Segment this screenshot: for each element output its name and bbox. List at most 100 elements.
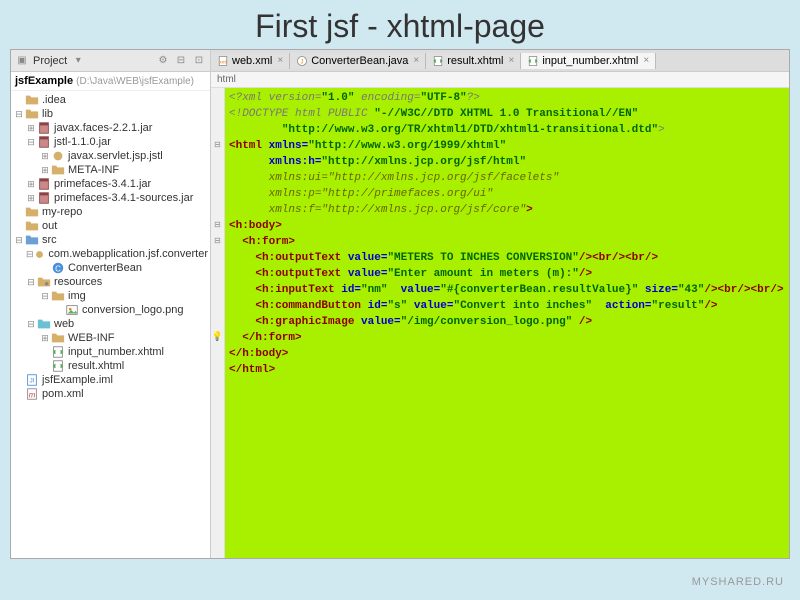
code-line[interactable]: <?xml version="1.0" encoding="UTF-8"?> xyxy=(229,90,785,106)
fold-icon[interactable]: ⊟ xyxy=(214,220,221,229)
tree-item[interactable]: ⊟web xyxy=(11,317,210,331)
bulb-icon[interactable]: 💡 xyxy=(212,331,223,342)
tree-toggle-icon[interactable]: ⊟ xyxy=(25,319,37,330)
tree-item[interactable]: my-repo xyxy=(11,205,210,219)
project-tree-panel: jsfExample (D:\Java\WEB\jsfExample) .ide… xyxy=(11,72,211,558)
ide-window: ▣ Project ▾ ⚙ ⊟ ⊡ xmlweb.xml×JConverterB… xyxy=(10,49,790,559)
tree-toggle-icon[interactable]: ⊟ xyxy=(39,291,51,302)
tree-toggle-icon[interactable]: ⊞ xyxy=(25,193,37,204)
tree-item[interactable]: ⊟src xyxy=(11,233,210,247)
tree-item[interactable]: ⊞primefaces-3.4.1-sources.jar xyxy=(11,191,210,205)
code-content[interactable]: <?xml version="1.0" encoding="UTF-8"?><!… xyxy=(225,88,789,558)
tab-label: ConverterBean.java xyxy=(311,55,408,67)
tree-item[interactable]: ⊟resources xyxy=(11,275,210,289)
close-icon[interactable]: × xyxy=(277,55,283,66)
folder-icon xyxy=(25,220,39,232)
close-icon[interactable]: × xyxy=(643,55,649,66)
jar-icon xyxy=(37,136,51,148)
tree-item[interactable]: result.xhtml xyxy=(11,359,210,373)
fold-icon[interactable]: ⊟ xyxy=(214,236,221,245)
tree-toggle-icon[interactable]: ⊞ xyxy=(39,151,51,162)
svg-text:JI: JI xyxy=(30,378,35,385)
tab-input_number-xhtml[interactable]: input_number.xhtml× xyxy=(521,53,656,69)
tree-label: my-repo xyxy=(42,206,82,218)
tree-item[interactable]: out xyxy=(11,219,210,233)
collapse-icon[interactable]: ⊟ xyxy=(174,54,188,68)
tab-label: result.xhtml xyxy=(447,55,503,67)
tree-item[interactable]: ⊞javax.faces-2.2.1.jar xyxy=(11,121,210,135)
hide-icon[interactable]: ⊡ xyxy=(192,54,206,68)
tree-toggle-icon[interactable]: ⊞ xyxy=(39,333,51,344)
tab-result-xhtml[interactable]: result.xhtml × xyxy=(426,53,521,69)
tree-item[interactable]: ⊟com.webapplication.jsf.converter xyxy=(11,247,210,261)
code-line[interactable]: <h:commandButton id="s" value="Convert i… xyxy=(229,298,785,314)
tree-item[interactable]: ⊟img xyxy=(11,289,210,303)
tree-item[interactable]: ⊟jstl-1.1.0.jar xyxy=(11,135,210,149)
svg-text:m: m xyxy=(29,391,36,400)
xhtml-icon xyxy=(51,360,65,372)
slide-title: First jsf - xhtml-page xyxy=(0,0,800,49)
tree-item[interactable]: CConverterBean xyxy=(11,261,210,275)
editor-tabs: xmlweb.xml×JConverterBean.java×result.xh… xyxy=(211,50,789,71)
tree-item[interactable]: mpom.xml xyxy=(11,387,210,401)
tree-toggle-icon[interactable]: ⊞ xyxy=(25,123,37,134)
tree-item[interactable]: input_number.xhtml xyxy=(11,345,210,359)
tree-item[interactable]: JI jsfExample.iml xyxy=(11,373,210,387)
tree-item[interactable]: conversion_logo.png xyxy=(11,303,210,317)
pkg-icon xyxy=(34,248,45,260)
tree-item[interactable]: ⊞ META-INF xyxy=(11,163,210,177)
breadcrumb[interactable]: html xyxy=(211,72,789,88)
project-toolbar: ▣ Project ▾ ⚙ ⊟ ⊡ xyxy=(11,50,211,71)
code-line[interactable]: </h:form> xyxy=(229,330,785,346)
watermark: MYSHARED.RU xyxy=(692,576,784,588)
code-line[interactable]: <h:body> xyxy=(229,218,785,234)
code-line[interactable]: <h:form> xyxy=(229,234,785,250)
tree-item[interactable]: .idea xyxy=(11,93,210,107)
folder-src-icon xyxy=(25,234,39,246)
jar-icon xyxy=(37,192,51,204)
project-header[interactable]: jsfExample (D:\Java\WEB\jsfExample) xyxy=(11,72,210,91)
code-line[interactable]: </html> xyxy=(229,362,785,378)
tree-item[interactable]: ⊞WEB-INF xyxy=(11,331,210,345)
tab-ConverterBean-java[interactable]: JConverterBean.java× xyxy=(290,53,426,69)
code-line[interactable]: xmlns:h="http://xmlns.jcp.org/jsf/html" xyxy=(229,154,785,170)
code-line[interactable]: <h:graphicImage value="/img/conversion_l… xyxy=(229,314,785,330)
tree-toggle-icon[interactable]: ⊟ xyxy=(25,137,37,148)
tree-toggle-icon[interactable]: ⊟ xyxy=(13,109,25,120)
tree-toggle-icon[interactable]: ⊟ xyxy=(25,249,34,260)
code-line[interactable]: xmlns:p="http://primefaces.org/ui" xyxy=(229,186,785,202)
code-line[interactable]: <html xmlns="http://www.w3.org/1999/xhtm… xyxy=(229,138,785,154)
file-tree: .idea⊟lib⊞javax.faces-2.2.1.jar⊟jstl-1.1… xyxy=(11,91,210,403)
code-line[interactable]: xmlns:ui="http://xmlns.jcp.org/jsf/facel… xyxy=(229,170,785,186)
tree-label: ConverterBean xyxy=(68,262,142,274)
dropdown-icon[interactable]: ▾ xyxy=(71,54,85,68)
project-name: jsfExample xyxy=(15,75,73,87)
tree-toggle-icon[interactable]: ⊟ xyxy=(13,235,25,246)
gear-icon[interactable]: ⚙ xyxy=(156,54,170,68)
code-line[interactable]: </h:body> xyxy=(229,346,785,362)
tree-item[interactable]: ⊟lib xyxy=(11,107,210,121)
code-line[interactable]: <h:inputText id="nm" value="#{converterB… xyxy=(229,282,785,298)
close-icon[interactable]: × xyxy=(413,55,419,66)
svg-text:xml: xml xyxy=(220,59,227,64)
tab-web-xml[interactable]: xmlweb.xml× xyxy=(211,53,290,69)
code-line[interactable]: <h:outputText value="METERS TO INCHES CO… xyxy=(229,250,785,266)
jar-icon xyxy=(37,122,51,134)
tree-item[interactable]: ⊞ primefaces-3.4.1.jar xyxy=(11,177,210,191)
tree-toggle-icon[interactable]: ⊞ xyxy=(25,179,37,190)
tree-label: META-INF xyxy=(68,164,119,176)
code-line[interactable]: "http://www.w3.org/TR/xhtml1/DTD/xhtml1-… xyxy=(229,122,785,138)
fold-icon[interactable]: ⊟ xyxy=(214,140,221,149)
code-line[interactable]: xmlns:f="http://xmlns.jcp.org/jsf/core"> xyxy=(229,202,785,218)
tree-item[interactable]: ⊞javax.servlet.jsp.jstl xyxy=(11,149,210,163)
tree-label: jsfExample.iml xyxy=(42,374,113,386)
code-line[interactable]: <!DOCTYPE html PUBLIC "-//W3C//DTD XHTML… xyxy=(229,106,785,122)
xhtml-icon xyxy=(432,55,444,67)
code-line[interactable]: <h:outputText value="Enter amount in met… xyxy=(229,266,785,282)
xml-icon: xml xyxy=(217,55,229,67)
tree-toggle-icon[interactable]: ⊟ xyxy=(25,277,37,288)
img-icon xyxy=(65,304,79,316)
close-icon[interactable]: × xyxy=(509,55,515,66)
tree-toggle-icon[interactable]: ⊞ xyxy=(39,165,51,176)
tree-label: primefaces-3.4.1.jar xyxy=(54,178,151,190)
